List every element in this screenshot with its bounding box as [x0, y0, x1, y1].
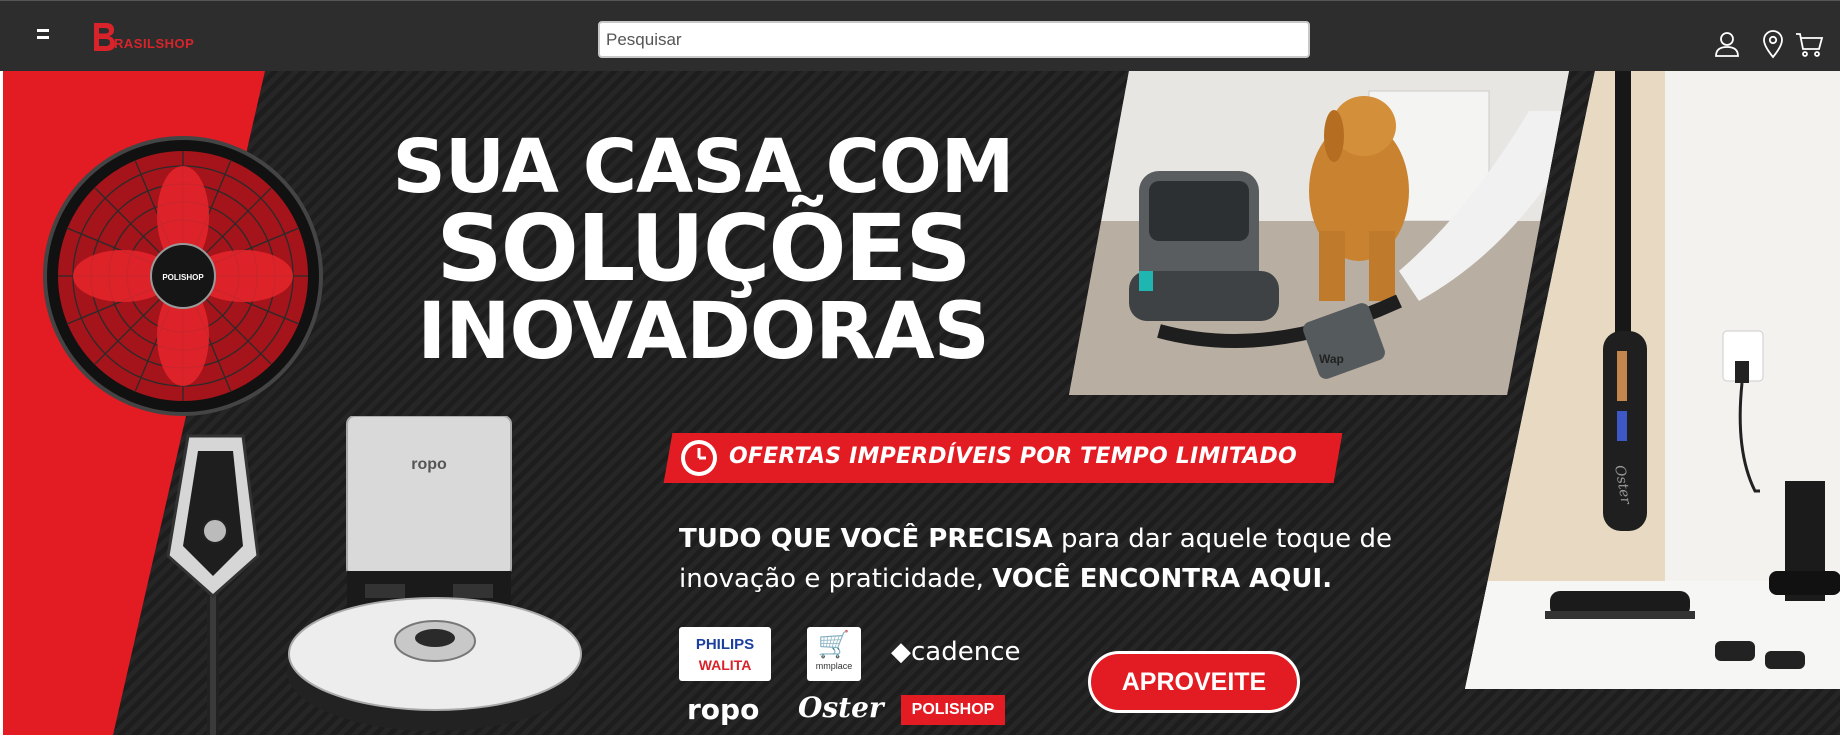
desc-bold-2: VOCÊ ENCONTRA AQUI.: [992, 564, 1333, 594]
cadence-logo: ◆cadence: [891, 637, 1021, 667]
headline-line-3: INOVADORAS: [417, 286, 990, 377]
promo-banner[interactable]: POLISHOP ropo SUA CASA COM SOLUÇÕES INOV…: [3, 71, 1840, 735]
aproveite-button[interactable]: APROVEITE: [1088, 651, 1300, 713]
banner-headline: SUA CASA COM SOLUÇÕES INOVADORAS: [383, 124, 1023, 377]
philips-walita-logo: PHILIPS WALITA: [679, 627, 771, 681]
oster-logo: Oster: [798, 691, 884, 724]
desc-text-1: para dar aquele toque de: [1052, 524, 1392, 554]
ropo-logo: ropo: [687, 693, 760, 726]
cadence-diamond-icon: ◆: [891, 637, 911, 667]
banner-description: TUDO QUE VOCÊ PRECISA para dar aquele to…: [679, 519, 1399, 599]
user-icon[interactable]: [1712, 29, 1742, 59]
brasilshop-logo[interactable]: RASILSHOP: [92, 19, 202, 55]
top-navigation-bar: RASILSHOP: [0, 0, 1840, 71]
desc-bold-1: TUDO QUE VOCÊ PRECISA: [679, 524, 1053, 554]
fan-brand-label: POLISHOP: [162, 273, 204, 282]
menu-icon[interactable]: [28, 25, 58, 49]
search-input[interactable]: [598, 21, 1310, 58]
robot-vacuum-image: ropo: [287, 416, 583, 731]
headline-line-2: SOLUÇÕES: [436, 194, 971, 302]
logo-b-mark: [92, 20, 116, 54]
desc-text-2: inovação e praticidade,: [679, 564, 993, 594]
stick-vacuum-scene-image: Oster: [1465, 71, 1840, 689]
philips-text: PHILIPS: [695, 636, 755, 653]
cadence-text: cadence: [911, 637, 1021, 667]
clock-icon: [681, 440, 717, 476]
logo-text: RASILSHOP: [114, 35, 195, 51]
mmplace-text: mmplace: [815, 661, 853, 671]
polishop-logo: POLISHOP: [901, 695, 1005, 725]
headline-line-1: SUA CASA COM: [392, 124, 1015, 210]
cart-icon[interactable]: [1794, 29, 1824, 59]
offer-text: OFERTAS IMPERDÍVEIS POR TEMPO LIMITADO: [729, 444, 1297, 469]
walita-text: WALITA: [698, 657, 752, 673]
robot-brand-label: ropo: [411, 456, 447, 473]
mmplace-logo: 🛒 mmplace: [807, 627, 861, 681]
pet-vacuum-brand-label: Wap: [1319, 352, 1344, 366]
location-pin-icon[interactable]: [1758, 29, 1788, 59]
mmplace-cart-icon: 🛒: [817, 629, 851, 659]
